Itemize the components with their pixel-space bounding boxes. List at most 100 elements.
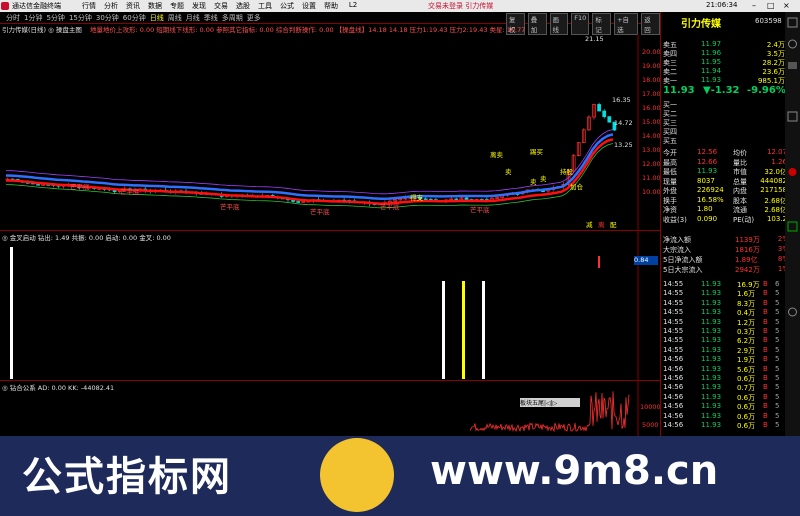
tick-count: 5 [775, 327, 780, 335]
tick-price: 11.93 [701, 355, 722, 364]
mini-panel[interactable]: 板块五尾|◁|▷ [520, 398, 580, 407]
tick-time: 14:56 [663, 411, 684, 420]
tick-price: 11.93 [701, 364, 722, 373]
stat-label2: 市值 [733, 168, 747, 176]
stat-label: 最低 [663, 168, 677, 176]
menu-item[interactable]: 数据 [144, 1, 166, 11]
menu-item[interactable]: 交易 [210, 1, 232, 11]
sub2-axis-mid: 5000 [642, 421, 659, 429]
tick-price: 11.93 [701, 308, 722, 317]
sidebar-green-icon[interactable] [787, 221, 798, 232]
tick-count: 5 [775, 374, 780, 382]
tick-row: 14:55 11.93 1.6万 B 5 [661, 289, 800, 298]
chart-annotation: 离卖 [490, 150, 504, 159]
menu-item[interactable]: 分析 [100, 1, 122, 11]
menu-item[interactable]: 帮助 [320, 1, 342, 11]
candle-body [423, 198, 428, 201]
tick-count: 5 [775, 317, 780, 326]
tick-count: 5 [775, 383, 780, 392]
tick-count: 5 [775, 289, 780, 298]
sidebar-info-icon[interactable] [787, 111, 798, 122]
chart-annotation: 芒平底 [380, 202, 400, 211]
tick-price: 11.93 [701, 317, 722, 326]
period-tab[interactable]: 周线 [168, 13, 182, 23]
tick-price: 11.93 [701, 280, 722, 288]
price-axis-label: 19.00 [642, 62, 660, 70]
flow-label: 大宗流入 [663, 246, 691, 254]
period-tab[interactable]: 60分钟 [123, 13, 146, 23]
menu-item[interactable]: 公式 [276, 1, 298, 11]
price-axis-label: 20.00 [642, 48, 660, 56]
tick-count: 5 [775, 421, 780, 429]
tick-side: B [763, 411, 768, 420]
menu-item[interactable]: 专题 [166, 1, 188, 11]
menu-item[interactable]: 工具 [254, 1, 276, 11]
period-tab[interactable]: 15分钟 [69, 13, 92, 23]
blue-trend-line [5, 133, 614, 200]
sidebar-settings-icon[interactable] [788, 307, 797, 317]
tick-row: 14:56 11.93 0.6万 B 5 [661, 412, 800, 421]
main-kline-chart[interactable]: 引力传媒(日线) ◎ 操盘主图 地量地价上攻形: 0.00 短期线下线形: 0.… [0, 24, 660, 230]
menu-item[interactable]: 设置 [298, 1, 320, 11]
sidebar-alert-icon[interactable] [788, 168, 797, 176]
quote-panel: 引力传媒 603598 卖五 11.97 2.4万 卖四 11.96 3.5万 卖三… [660, 12, 800, 436]
tick-count: 5 [775, 392, 780, 401]
flow-value: 1816万 [735, 246, 760, 254]
price-marker-label: 16.35 [612, 96, 631, 104]
period-tab[interactable]: 1分钟 [24, 13, 42, 23]
stat-value: 16.58% [697, 195, 724, 204]
right-sidebar [785, 12, 800, 436]
tick-side: B [763, 280, 768, 288]
tick-side: B [763, 317, 768, 326]
tick-price: 11.93 [701, 402, 722, 411]
tick-time: 14:55 [663, 317, 684, 326]
sidebar-grid-icon[interactable] [788, 62, 797, 69]
stat-label: 今开 [663, 149, 677, 157]
candle-body [607, 116, 612, 123]
candle-body [296, 201, 301, 203]
period-tab[interactable]: 多周期 [222, 13, 243, 23]
stat-label2: 总量 [733, 177, 747, 186]
stat-label2: 流通 [733, 206, 747, 214]
period-tab[interactable]: 5分钟 [46, 13, 64, 23]
minimize-icon[interactable]: – [752, 1, 756, 10]
tick-side: B [763, 327, 768, 335]
menu-item[interactable]: 资讯 [122, 1, 144, 11]
menu-item[interactable]: L2 [342, 1, 364, 11]
chart-annotation: 卖 [530, 178, 537, 186]
stat-value2: 2.68亿 [764, 206, 787, 214]
menu-item[interactable]: 选股 [232, 1, 254, 11]
stat-label2: 均价 [733, 149, 747, 157]
tick-row: 14:56 11.93 0.6万 B 5 [661, 402, 800, 411]
tick-time: 14:56 [663, 383, 684, 392]
flow-label: 5日净流入额 [663, 256, 703, 264]
price-axis-label: 10.00 [642, 188, 660, 196]
price-axis-label: 14.00 [642, 132, 660, 140]
menu-item[interactable]: 行情 [78, 1, 100, 11]
price-axis-label: 18.00 [642, 76, 660, 84]
sub-chart-golden-cross[interactable]: ◎ 金叉启动 钻出: 1.49 共振: 0.00 启动: 0.00 金叉: 0.… [0, 230, 660, 381]
tick-price: 11.93 [701, 327, 722, 335]
menu-item[interactable]: 发现 [188, 1, 210, 11]
close-icon[interactable]: × [783, 1, 790, 10]
period-tab[interactable]: 季线 [204, 13, 218, 23]
stat-value2: 32.0亿 [764, 168, 787, 176]
stat-label: 外盘 [663, 187, 677, 195]
sub-chart-ad[interactable]: ◎ 钻合公系 AD: 0.00 KK: -44082.41 板块五尾|◁|▷ 1… [0, 380, 661, 437]
stat-label2: 内盘 [733, 187, 747, 195]
period-tab[interactable]: 分时 [6, 13, 20, 23]
price-axis-label: 15.00 [642, 118, 660, 126]
tick-row: 14:55 11.93 6.2万 B 5 [661, 336, 800, 345]
tick-side: B [763, 336, 768, 345]
period-tab[interactable]: 日线 [150, 13, 164, 23]
period-tab[interactable]: 30分钟 [96, 13, 119, 23]
sidebar-circle-icon[interactable] [788, 39, 797, 49]
sidebar-tool-icon[interactable] [787, 17, 798, 28]
period-tab[interactable]: 更多 [247, 13, 261, 23]
period-tab[interactable]: 月线 [186, 13, 200, 23]
stat-value: 226924 [697, 186, 724, 194]
tick-price: 11.93 [701, 298, 722, 307]
signal-bar-white [482, 281, 485, 379]
maximize-icon[interactable]: □ [767, 1, 775, 10]
chart-annotation: 芒平底 [120, 187, 140, 196]
